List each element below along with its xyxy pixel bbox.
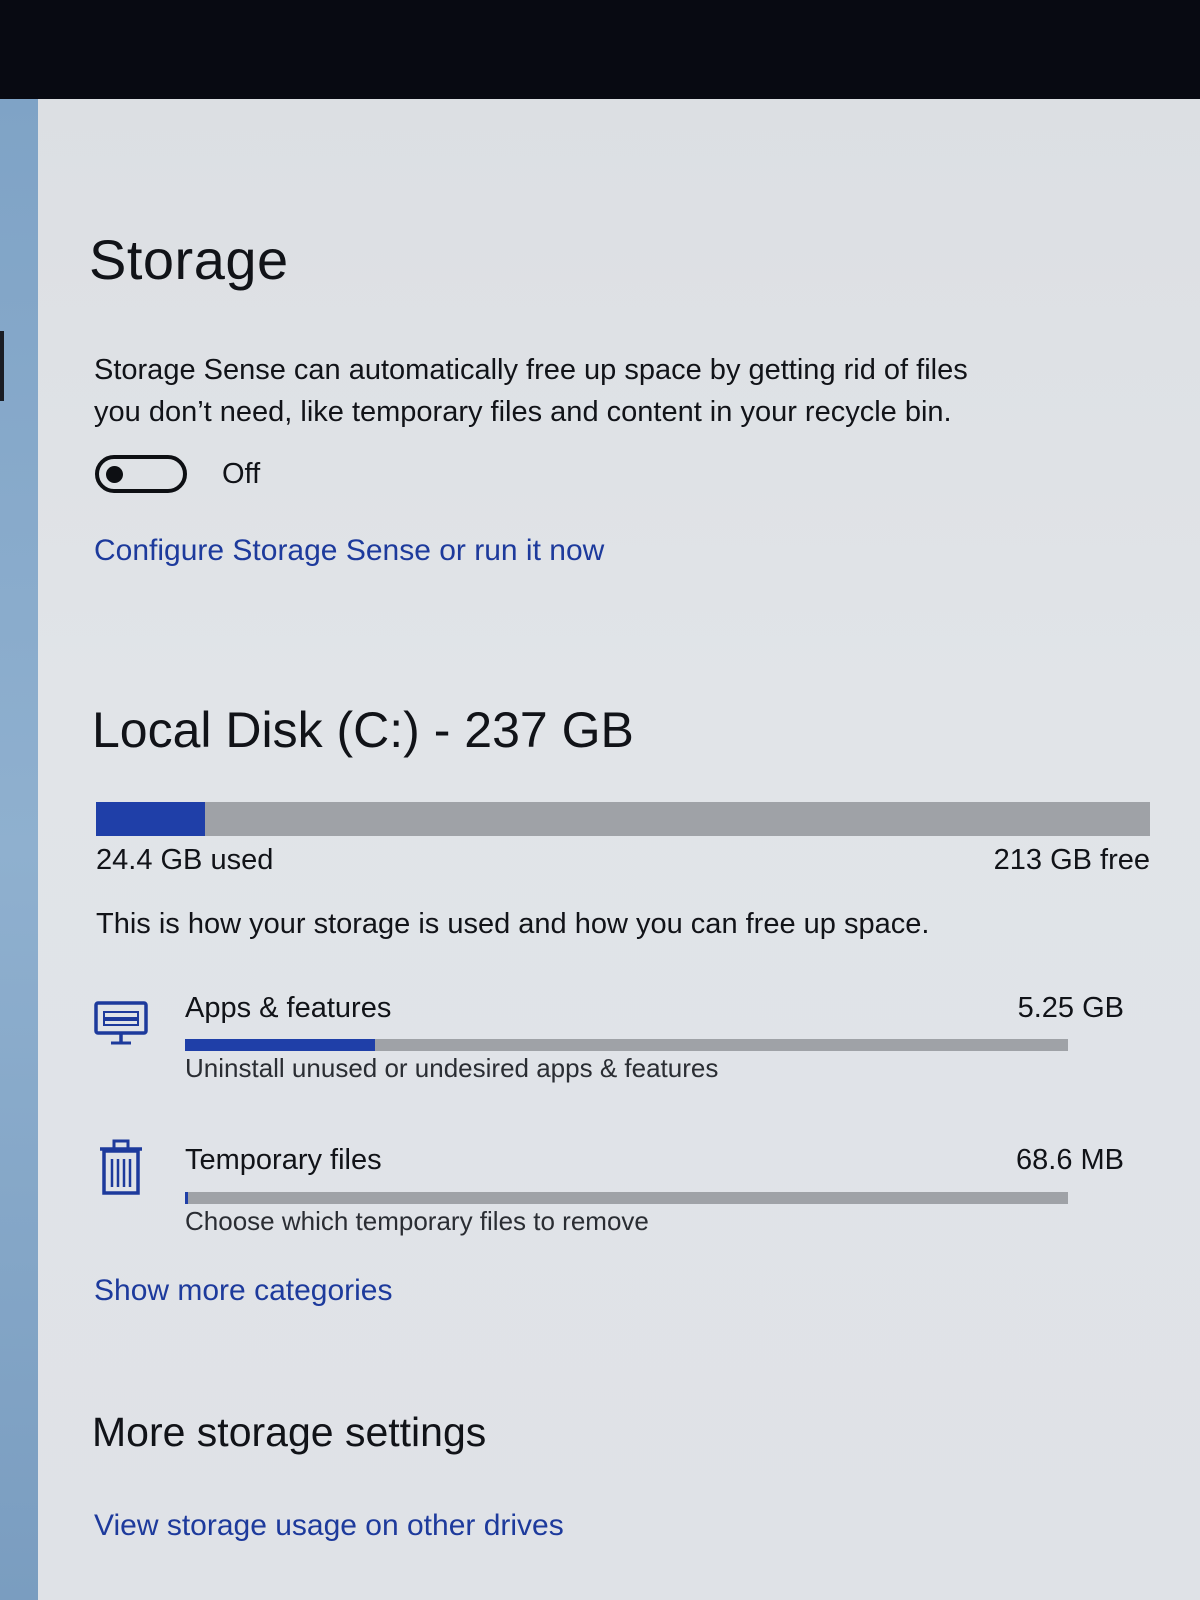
- category-usage-bar: [185, 1192, 1068, 1204]
- left-nav-strip: [0, 99, 38, 1600]
- page-title: Storage: [89, 228, 289, 291]
- show-more-categories-link[interactable]: Show more categories: [94, 1274, 392, 1308]
- toggle-knob: [106, 466, 123, 483]
- disk-usage-bar-fill: [96, 802, 205, 836]
- more-storage-settings-heading: More storage settings: [92, 1409, 487, 1455]
- configure-storage-sense-link[interactable]: Configure Storage Sense or run it now: [94, 534, 604, 568]
- nav-edge-marker: [0, 331, 4, 401]
- category-usage-bar-fill: [185, 1039, 375, 1051]
- category-description: Choose which temporary files to remove: [185, 1206, 649, 1236]
- storage-intro-text: This is how your storage is used and how…: [96, 908, 930, 940]
- category-apps-features[interactable]: Apps & features 5.25 GB Uninstall unused…: [94, 987, 1134, 1097]
- trash-icon: [100, 1139, 142, 1195]
- view-other-drives-link[interactable]: View storage usage on other drives: [94, 1509, 564, 1543]
- category-name: Temporary files: [185, 1144, 382, 1176]
- storage-settings-panel: Storage Storage Sense can automatically …: [38, 99, 1200, 1600]
- disk-used-label: 24.4 GB used: [96, 844, 274, 876]
- category-name: Apps & features: [185, 992, 392, 1024]
- category-usage-bar: [185, 1039, 1068, 1051]
- apps-keyboard-icon: [94, 1001, 148, 1045]
- window-top-bar: [0, 0, 1200, 99]
- category-usage-bar-fill: [185, 1192, 188, 1204]
- category-size: 5.25 GB: [1017, 992, 1124, 1024]
- category-size: 68.6 MB: [1016, 1144, 1124, 1176]
- disk-free-label: 213 GB free: [993, 844, 1150, 876]
- disk-usage-bar: [96, 802, 1150, 836]
- category-temporary-files[interactable]: Temporary files 68.6 MB Choose which tem…: [94, 1139, 1134, 1249]
- storage-sense-description-line2: you don’t need, like temporary files and…: [94, 396, 952, 428]
- local-disk-title: Local Disk (C:) - 237 GB: [92, 702, 634, 758]
- storage-sense-description-line1: Storage Sense can automatically free up …: [94, 354, 968, 386]
- storage-sense-toggle[interactable]: [95, 455, 187, 493]
- category-description: Uninstall unused or undesired apps & fea…: [185, 1053, 719, 1083]
- storage-sense-toggle-state: Off: [222, 458, 261, 490]
